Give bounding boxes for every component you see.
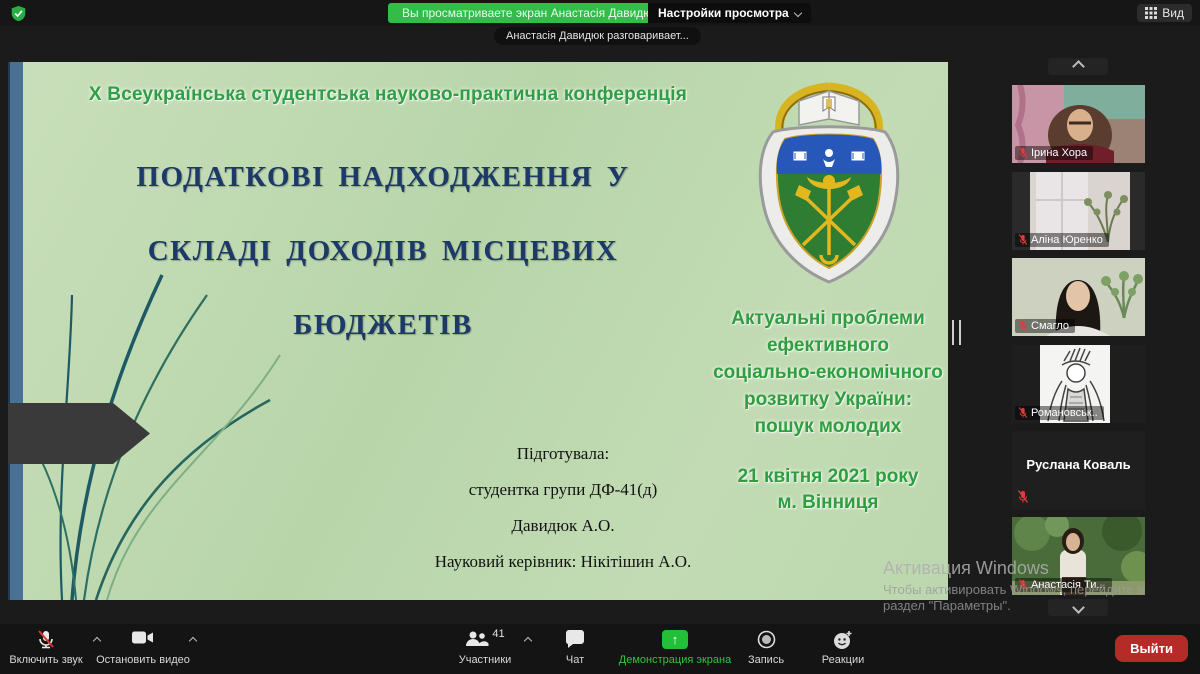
- participant-name: Аліна Юренко: [1031, 234, 1103, 246]
- participants-button[interactable]: 41 Участники: [440, 630, 530, 666]
- share-screen-icon: ↑: [662, 630, 688, 649]
- participant-tile[interactable]: Аліна Юренко: [1012, 172, 1145, 250]
- participant-name: Ірина Хора: [1031, 147, 1087, 159]
- unmute-label: Включить звук: [9, 654, 82, 666]
- participant-tile[interactable]: Руслана Коваль: [1012, 431, 1145, 509]
- theme-line: Актуальні проблеми: [703, 305, 948, 332]
- muted-mic-icon: [1018, 234, 1028, 246]
- share-screen-label: Демонстрация экрана: [619, 654, 731, 666]
- view-button-label: Вид: [1162, 6, 1184, 20]
- participant-name: Руслана Коваль: [1012, 457, 1145, 472]
- participants-label: Участники: [459, 654, 512, 666]
- view-settings-label: Настройки просмотра: [658, 3, 789, 23]
- muted-mic-icon: [1018, 579, 1028, 591]
- author-line: Підготувала:: [328, 436, 798, 472]
- author-line: Давидюк А.О.: [328, 508, 798, 544]
- muted-mic-icon: [1018, 147, 1028, 159]
- view-settings-button[interactable]: Настройки просмотра: [648, 3, 811, 23]
- participant-name-label: Ірина Хора: [1015, 146, 1093, 160]
- title-line: БЮДЖЕТІВ: [18, 288, 748, 362]
- theme-line: розвитку України:: [703, 386, 948, 413]
- leave-button[interactable]: Выйти: [1115, 635, 1188, 662]
- author-line: студентка групи ДФ-41(д): [328, 472, 798, 508]
- muted-mic-icon: [1017, 490, 1029, 504]
- camera-icon: [132, 630, 154, 645]
- participant-name: Смагло: [1031, 320, 1069, 332]
- theme-line: ефективного: [703, 332, 948, 359]
- participant-tile[interactable]: Романовськ..: [1012, 345, 1145, 423]
- theme-line: соціально-економічного: [703, 359, 948, 386]
- university-emblem: [743, 77, 915, 295]
- meeting-toolbar: Включить звук Остановить видео: [0, 624, 1200, 674]
- chat-button[interactable]: Чат: [550, 630, 600, 666]
- participant-name-label: Смагло: [1015, 319, 1075, 333]
- reactions-icon: [833, 630, 854, 650]
- author-block: Підготувала: студентка групи ДФ-41(д) Да…: [328, 436, 798, 580]
- participant-name: Романовськ..: [1031, 407, 1098, 419]
- chat-label: Чат: [566, 654, 584, 666]
- participants-icon: [465, 630, 489, 648]
- title-line: ПОДАТКОВІ НАДХОДЖЕННЯ У: [18, 140, 748, 214]
- stop-video-button[interactable]: Остановить видео: [98, 630, 188, 666]
- muted-mic-icon: [1018, 407, 1028, 419]
- chevron-down-icon: [793, 9, 801, 17]
- participant-tile[interactable]: Смагло: [1012, 258, 1145, 336]
- participant-name: Анастасія Ти...: [1031, 579, 1106, 591]
- participant-tile[interactable]: Анастасія Ти...: [1012, 517, 1145, 595]
- chat-icon: [565, 630, 585, 649]
- leave-label: Выйти: [1130, 641, 1173, 656]
- grid-view-icon: [1145, 7, 1157, 19]
- conference-header: Х Всеукраїнська студентська науково-прак…: [48, 84, 728, 106]
- unmute-button[interactable]: Включить звук: [0, 630, 92, 666]
- panel-resize-handle[interactable]: [952, 320, 961, 345]
- shared-screen-slide: Х Всеукраїнська студентська науково-прак…: [8, 62, 948, 600]
- muted-mic-icon: [36, 630, 56, 650]
- top-bar: Вы просматриваете экран Анастасія Давидю…: [0, 0, 1200, 26]
- participants-scroll-up[interactable]: [1048, 58, 1108, 75]
- share-screen-button[interactable]: ↑ Демонстрация экрана: [605, 630, 745, 666]
- participants-scroll-down[interactable]: [1048, 599, 1108, 616]
- participant-name-label: Анастасія Ти...: [1015, 578, 1112, 592]
- reactions-button[interactable]: Реакции: [810, 630, 876, 666]
- view-button[interactable]: Вид: [1137, 4, 1192, 22]
- record-label: Запись: [748, 654, 784, 666]
- participant-name-label: Аліна Юренко: [1015, 233, 1109, 247]
- record-button[interactable]: Запись: [740, 630, 792, 666]
- conference-theme: Актуальні проблеми ефективного соціально…: [703, 305, 948, 440]
- record-icon: [757, 630, 776, 649]
- participant-tile[interactable]: Ірина Хора: [1012, 85, 1145, 163]
- viewing-screen-banner: Вы просматриваете экран Анастасія Давидю…: [388, 3, 672, 23]
- reactions-label: Реакции: [822, 654, 865, 666]
- slide-title: ПОДАТКОВІ НАДХОДЖЕННЯ У СКЛАДІ ДОХОДІВ М…: [18, 140, 748, 362]
- stop-video-label: Остановить видео: [96, 654, 190, 666]
- participant-name-label: Романовськ..: [1015, 406, 1104, 420]
- speaker-toast: Анастасія Давидюк разговаривает...: [494, 27, 701, 45]
- author-line: Науковий керівник: Нікітішин А.О.: [328, 544, 798, 580]
- muted-mic-icon: [1018, 320, 1028, 332]
- video-options-chevron[interactable]: [189, 637, 197, 645]
- security-shield-icon[interactable]: [10, 5, 27, 22]
- participants-count: 41: [492, 628, 504, 640]
- zoom-meeting-window: Вы просматриваете экран Анастасія Давидю…: [0, 0, 1200, 674]
- title-line: СКЛАДІ ДОХОДІВ МІСЦЕВИХ: [18, 214, 748, 288]
